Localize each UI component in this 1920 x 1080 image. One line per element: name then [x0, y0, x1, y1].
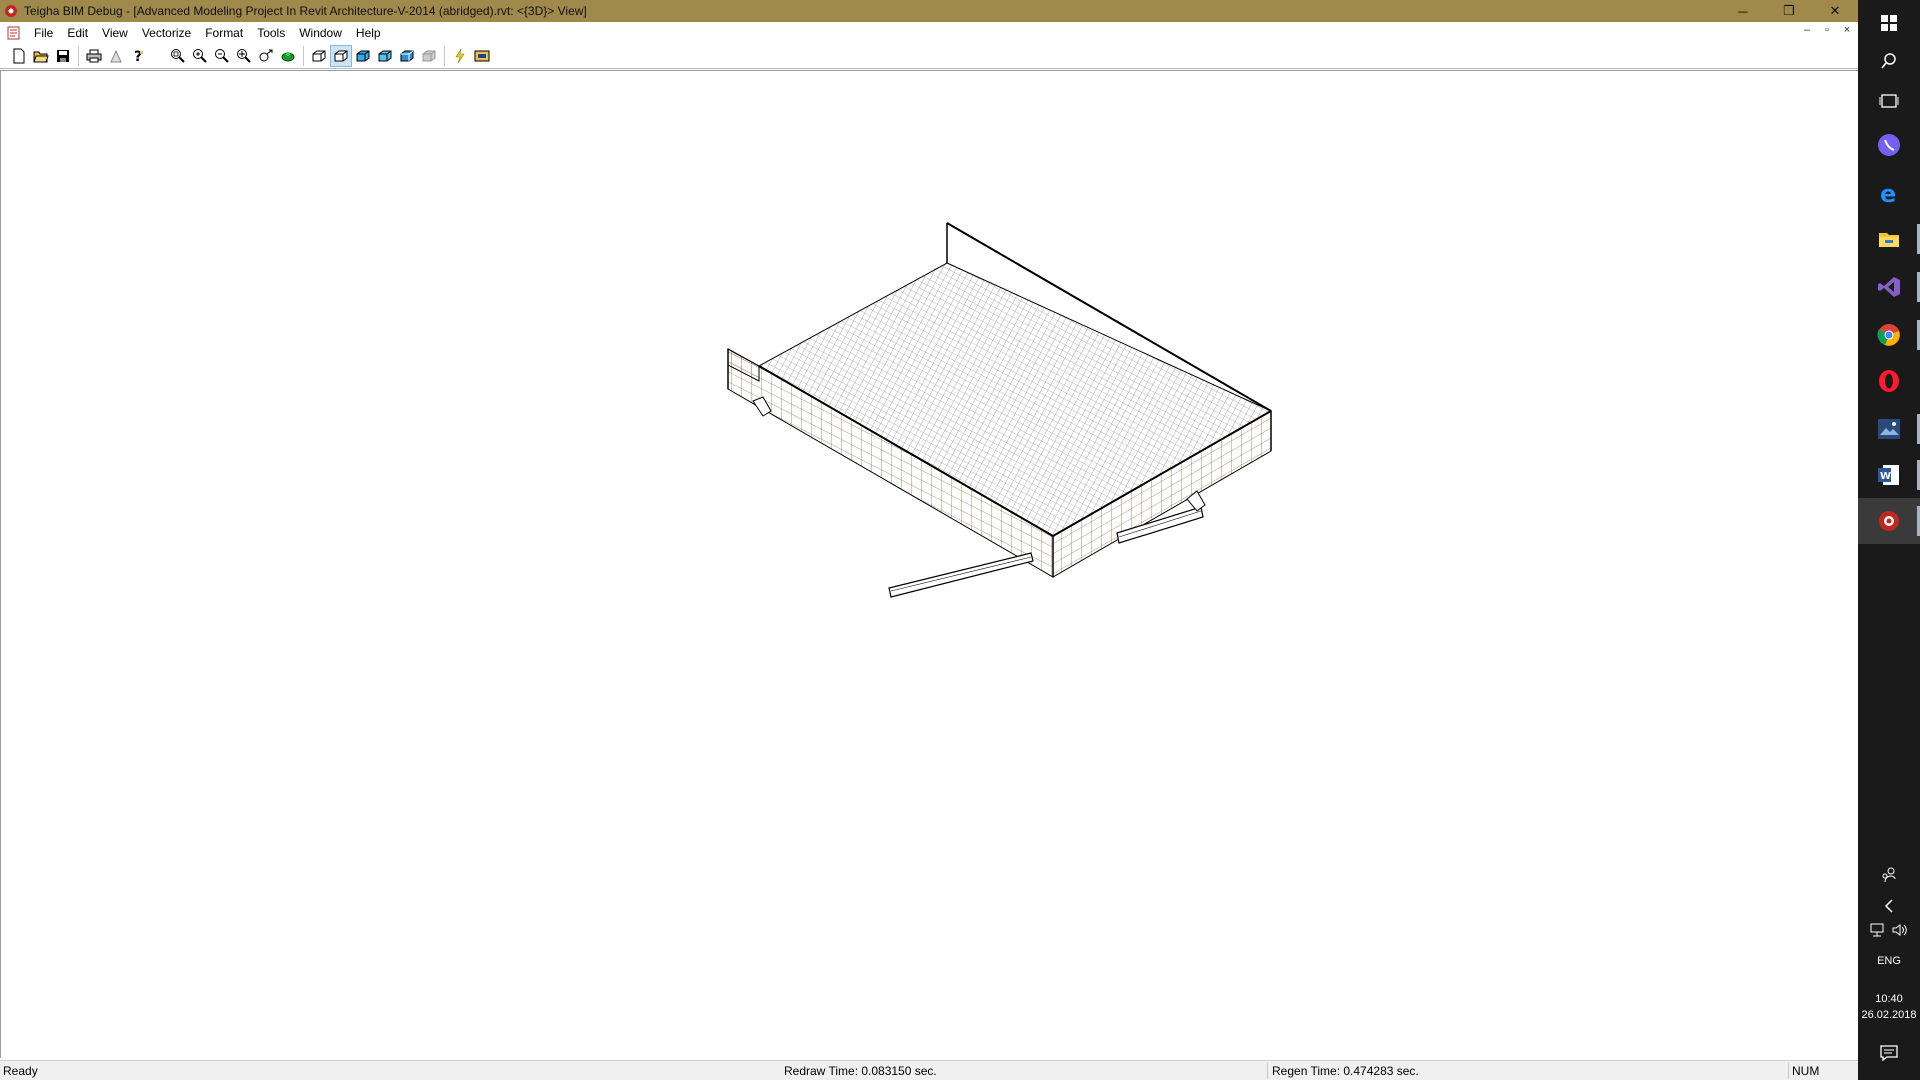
toolbar-separator	[444, 45, 445, 66]
status-ready: Ready	[3, 1064, 38, 1078]
menu-tools[interactable]: Tools	[251, 26, 293, 40]
teigha-icon[interactable]	[1858, 498, 1920, 544]
regen-icon[interactable]	[449, 45, 471, 67]
status-separator	[1267, 1063, 1268, 1079]
flat-shaded-icon[interactable]	[352, 45, 374, 67]
zoom-out-icon[interactable]	[211, 45, 233, 67]
teigha-app-icon[interactable]	[4, 4, 18, 18]
visual-studio-icon[interactable]	[1858, 264, 1920, 310]
status-redraw-time: Redraw Time: 0.083150 sec.	[784, 1064, 937, 1078]
3d-view-viewport[interactable]	[0, 70, 1858, 1058]
menu-vectorize[interactable]: Vectorize	[136, 26, 199, 40]
viber-icon[interactable]	[1858, 122, 1920, 168]
task-view-icon[interactable]	[1858, 78, 1920, 124]
zoom-window-icon[interactable]	[167, 45, 189, 67]
3d-model-drawing	[727, 222, 1273, 598]
properties-icon[interactable]	[471, 45, 493, 67]
opera-icon[interactable]	[1858, 358, 1920, 404]
minimize-button[interactable]: ─	[1720, 0, 1766, 22]
print-preview-icon[interactable]	[105, 45, 127, 67]
application-window: Teigha BIM Debug - [Advanced Modeling Pr…	[0, 0, 1858, 1080]
status-bar: Ready Redraw Time: 0.083150 sec. Regen T…	[0, 1060, 1858, 1080]
clock-time[interactable]: 10:40	[1858, 993, 1920, 1005]
window-title: Teigha BIM Debug - [Advanced Modeling Pr…	[24, 4, 587, 18]
menu-help[interactable]: Help	[350, 26, 389, 40]
orbit-icon[interactable]	[277, 45, 299, 67]
edge-icon[interactable]: e	[1858, 170, 1920, 216]
wireframe-icon[interactable]	[308, 45, 330, 67]
new-icon[interactable]	[8, 45, 30, 67]
restore-button[interactable]: ❐	[1766, 0, 1812, 22]
main-toolbar: ?	[0, 43, 1858, 69]
mdi-restore-button[interactable]: ▫	[1820, 24, 1834, 36]
mdi-close-button[interactable]: ×	[1840, 24, 1854, 36]
render-icon[interactable]	[418, 45, 440, 67]
menu-edit[interactable]: Edit	[61, 26, 96, 40]
menu-bar: File Edit View Vectorize Format Tools Wi…	[0, 22, 1858, 43]
menu-file[interactable]: File	[28, 26, 61, 40]
photo-app-icon[interactable]	[1858, 406, 1920, 452]
status-regen-time: Regen Time: 0.474283 sec.	[1272, 1064, 1419, 1078]
toolbar-separator	[303, 45, 304, 66]
word-icon[interactable]: W	[1858, 452, 1920, 498]
document-icon[interactable]	[6, 25, 22, 41]
windows-taskbar: e W ENG 10:40 26.02.2018	[1858, 0, 1920, 1080]
menu-window[interactable]: Window	[293, 26, 350, 40]
help-icon[interactable]: ?	[127, 45, 149, 67]
print-icon[interactable]	[83, 45, 105, 67]
action-center-icon[interactable]	[1858, 1030, 1920, 1076]
title-bar[interactable]: Teigha BIM Debug - [Advanced Modeling Pr…	[0, 0, 1858, 22]
menu-view[interactable]: View	[96, 26, 136, 40]
volume-icon[interactable]	[1891, 922, 1909, 943]
zoom-extents-icon[interactable]	[233, 45, 255, 67]
gouraud-shaded-icon[interactable]	[374, 45, 396, 67]
close-button[interactable]: ✕	[1812, 0, 1858, 22]
chrome-icon[interactable]	[1858, 312, 1920, 358]
file-explorer-icon[interactable]	[1858, 216, 1920, 262]
menu-format[interactable]: Format	[199, 26, 251, 40]
pan-icon[interactable]	[255, 45, 277, 67]
open-icon[interactable]	[30, 45, 52, 67]
shaded-edges-icon[interactable]	[396, 45, 418, 67]
hidden-line-icon[interactable]	[330, 44, 352, 67]
status-num-lock: NUM	[1792, 1064, 1820, 1078]
clock-date[interactable]: 26.02.2018	[1858, 1009, 1920, 1021]
toolbar-separator	[78, 45, 79, 66]
status-separator	[1788, 1063, 1789, 1079]
input-language[interactable]: ENG	[1858, 955, 1920, 967]
svg-text:W: W	[1880, 471, 1891, 482]
roof-slab	[727, 222, 1273, 578]
svg-text:e: e	[1880, 181, 1896, 205]
zoom-in-icon[interactable]	[189, 45, 211, 67]
tray-network-volume	[1858, 910, 1920, 954]
mdi-minimize-button[interactable]: –	[1800, 24, 1814, 36]
save-icon[interactable]	[52, 45, 74, 67]
network-icon[interactable]	[1869, 922, 1887, 943]
